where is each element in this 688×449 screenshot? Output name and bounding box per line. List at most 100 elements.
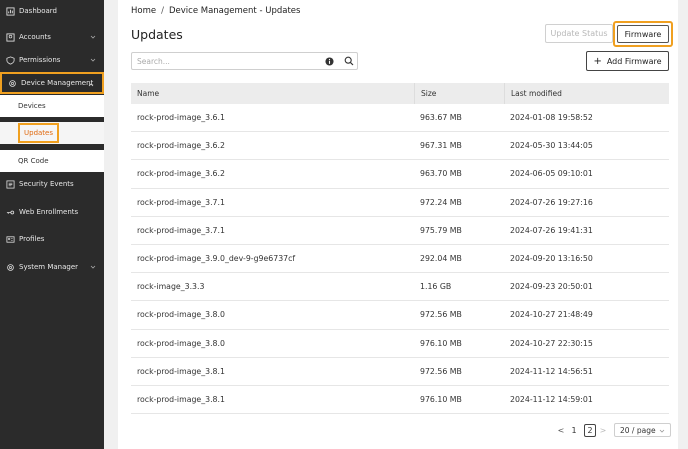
log-icon bbox=[6, 179, 15, 189]
sidebar-item-label: Profiles bbox=[19, 235, 45, 243]
cell-size: 963.67 MB bbox=[420, 113, 462, 123]
cell-size: 975.79 MB bbox=[420, 225, 462, 235]
gear-icon bbox=[6, 263, 15, 272]
chevron-down-icon bbox=[90, 35, 96, 39]
column-header-name[interactable]: Name bbox=[131, 83, 414, 104]
sidebar-subitem-label: Devices bbox=[18, 102, 46, 110]
cell-size: 972.24 MB bbox=[420, 197, 462, 207]
table-row[interactable]: rock-prod-image_3.8.0 976.10 MB 2024-10-27… bbox=[131, 330, 669, 358]
cell-name: rock-prod-image_3.7.1 bbox=[137, 197, 225, 207]
cell-last-modified: 2024-09-20 13:16:50 bbox=[510, 254, 593, 264]
page-title: Updates bbox=[131, 27, 183, 42]
search-icon[interactable] bbox=[344, 56, 354, 66]
cell-name: rock-prod-image_3.8.1 bbox=[137, 366, 225, 376]
cell-name: rock-prod-image_3.9.0_dev-9-g9e6737cf bbox=[137, 254, 296, 264]
sidebar-subitem-qr-code[interactable]: QR Code bbox=[0, 150, 104, 172]
sidebar-item-label: Web Enrollments bbox=[19, 208, 79, 216]
cell-last-modified: 2024-05-30 13:44:05 bbox=[510, 141, 593, 151]
cell-last-modified: 2024-07-26 19:41:31 bbox=[510, 225, 593, 235]
next-page-button[interactable]: > bbox=[598, 424, 608, 436]
cell-last-modified: 2024-10-27 21:48:49 bbox=[510, 310, 593, 320]
cell-size: 976.10 MB bbox=[420, 394, 462, 404]
cell-size: 292.04 MB bbox=[420, 254, 462, 264]
cell-last-modified: 2024-11-12 14:59:01 bbox=[510, 394, 593, 404]
table-row[interactable]: rock-prod-image_3.9.0_dev-9-g9e6737cf 292… bbox=[131, 245, 669, 274]
sidebar-subitem-label: QR Code bbox=[18, 157, 49, 165]
dashboard-icon bbox=[6, 6, 15, 16]
cell-size: 972.56 MB bbox=[420, 310, 462, 320]
main-content: Home / Device Management - Updates Updates… bbox=[118, 0, 678, 449]
column-header-size[interactable]: Size bbox=[414, 83, 504, 104]
accounts-icon bbox=[6, 32, 15, 42]
gear-icon bbox=[8, 79, 17, 88]
cell-last-modified: 2024-09-23 20:50:01 bbox=[510, 282, 593, 292]
table-row[interactable]: rock-prod-image_3.7.1 972.24 MB 2024-07-26… bbox=[131, 189, 669, 217]
table-row[interactable]: rock-prod-image_3.6.2 967.31 MB 2024-05-30… bbox=[131, 132, 669, 161]
breadcrumb-separator: / bbox=[161, 6, 164, 16]
table-row[interactable]: rock-prod-image_3.6.2 963.70 MB 2024-06-05… bbox=[131, 160, 669, 189]
cell-size: 1.16 GB bbox=[420, 282, 452, 292]
cell-last-modified: 2024-07-26 19:27:16 bbox=[510, 197, 593, 207]
cell-name: rock-prod-image_3.6.2 bbox=[137, 141, 225, 151]
page-size-select[interactable]: 20 / page bbox=[614, 423, 671, 437]
shield-icon bbox=[6, 55, 15, 65]
table-row[interactable]: rock-prod-image_3.8.1 972.56 MB 2024-11-12… bbox=[131, 358, 669, 386]
cell-last-modified: 2024-06-05 09:10:01 bbox=[510, 169, 593, 179]
search-input[interactable] bbox=[137, 55, 317, 68]
breadcrumb-home[interactable]: Home bbox=[131, 6, 156, 16]
cell-name: rock-prod-image_3.7.1 bbox=[137, 225, 225, 235]
firmware-button[interactable]: Firmware bbox=[617, 25, 669, 43]
cell-name: rock-prod-image_3.8.0 bbox=[137, 310, 225, 320]
cell-last-modified: 2024-01-08 19:58:52 bbox=[510, 113, 593, 123]
cell-last-modified: 2024-10-27 22:30:15 bbox=[510, 338, 593, 348]
sidebar-item-label: System Manager bbox=[19, 263, 79, 271]
breadcrumb: Home / Device Management - Updates bbox=[131, 6, 300, 16]
page-number[interactable]: 1 bbox=[568, 424, 580, 437]
table-row[interactable]: rock-prod-image_3.6.1 963.67 MB 2024-01-08… bbox=[131, 104, 669, 133]
cell-name: rock-prod-image_3.6.2 bbox=[137, 169, 225, 179]
table-row[interactable]: rock-prod-image_3.8.0 972.56 MB 2024-10-27… bbox=[131, 301, 669, 330]
sidebar-item-profiles[interactable]: Profiles bbox=[0, 228, 104, 250]
sidebar-item-dashboard[interactable]: Dashboard bbox=[0, 0, 104, 22]
cell-size: 967.31 MB bbox=[420, 141, 462, 151]
sidebar-subitem-label: Updates bbox=[18, 123, 59, 143]
sidebar-item-security-events[interactable]: Security Events bbox=[0, 173, 104, 195]
updates-table: Name Size Last modified rock-prod-image_… bbox=[131, 83, 669, 415]
sidebar-item-label: Device Management bbox=[21, 79, 94, 87]
id-card-icon bbox=[6, 235, 15, 244]
sidebar-item-system-manager[interactable]: System Manager bbox=[0, 256, 104, 278]
add-firmware-label: Add Firmware bbox=[606, 56, 662, 66]
sidebar-item-label: Permissions bbox=[19, 56, 61, 64]
cell-size: 963.70 MB bbox=[420, 169, 462, 179]
table-row[interactable]: rock-prod-image_3.8.1 976.10 MB 2024-11-12… bbox=[131, 386, 669, 415]
page-size-value: 20 / page bbox=[620, 425, 656, 435]
add-firmware-button[interactable]: + Add Firmware bbox=[586, 51, 669, 71]
cell-size: 972.56 MB bbox=[420, 366, 462, 376]
sidebar-subitem-updates[interactable]: Updates bbox=[0, 122, 104, 144]
update-status-button[interactable]: Update Status bbox=[545, 24, 613, 43]
sidebar-item-label: Dashboard bbox=[19, 7, 57, 15]
cell-last-modified: 2024-11-12 14:56:51 bbox=[510, 366, 593, 376]
sidebar-item-accounts[interactable]: Accounts bbox=[0, 26, 104, 48]
page-number-current[interactable]: 2 bbox=[584, 423, 596, 437]
firmware-button-highlight: Firmware bbox=[613, 21, 673, 47]
info-icon[interactable] bbox=[325, 57, 334, 66]
column-header-last-modified[interactable]: Last modified bbox=[504, 83, 669, 104]
cell-name: rock-prod-image_3.6.1 bbox=[137, 113, 225, 123]
sidebar-item-permissions[interactable]: Permissions bbox=[0, 49, 104, 71]
sidebar-item-device-management[interactable]: Device Management bbox=[0, 72, 104, 94]
prev-page-button[interactable]: < bbox=[556, 424, 566, 436]
key-icon bbox=[6, 208, 15, 217]
cell-name: rock-image_3.3.3 bbox=[137, 282, 205, 292]
table-row[interactable]: rock-image_3.3.3 1.16 GB 2024-09-23 20:50:… bbox=[131, 273, 669, 302]
chevron-down-icon bbox=[90, 58, 96, 62]
table-row[interactable]: rock-prod-image_3.7.1 975.79 MB 2024-07-26… bbox=[131, 217, 669, 245]
cell-name: rock-prod-image_3.8.1 bbox=[137, 394, 225, 404]
pagination: < 1 2 > 20 / page bbox=[556, 423, 671, 437]
sidebar-item-label: Security Events bbox=[19, 180, 74, 188]
cell-name: rock-prod-image_3.8.0 bbox=[137, 338, 225, 348]
chevron-down-icon bbox=[90, 265, 96, 269]
sidebar-subitem-devices[interactable]: Devices bbox=[0, 95, 104, 117]
plus-icon: + bbox=[593, 55, 602, 67]
sidebar-item-web-enrollments[interactable]: Web Enrollments bbox=[0, 201, 104, 223]
